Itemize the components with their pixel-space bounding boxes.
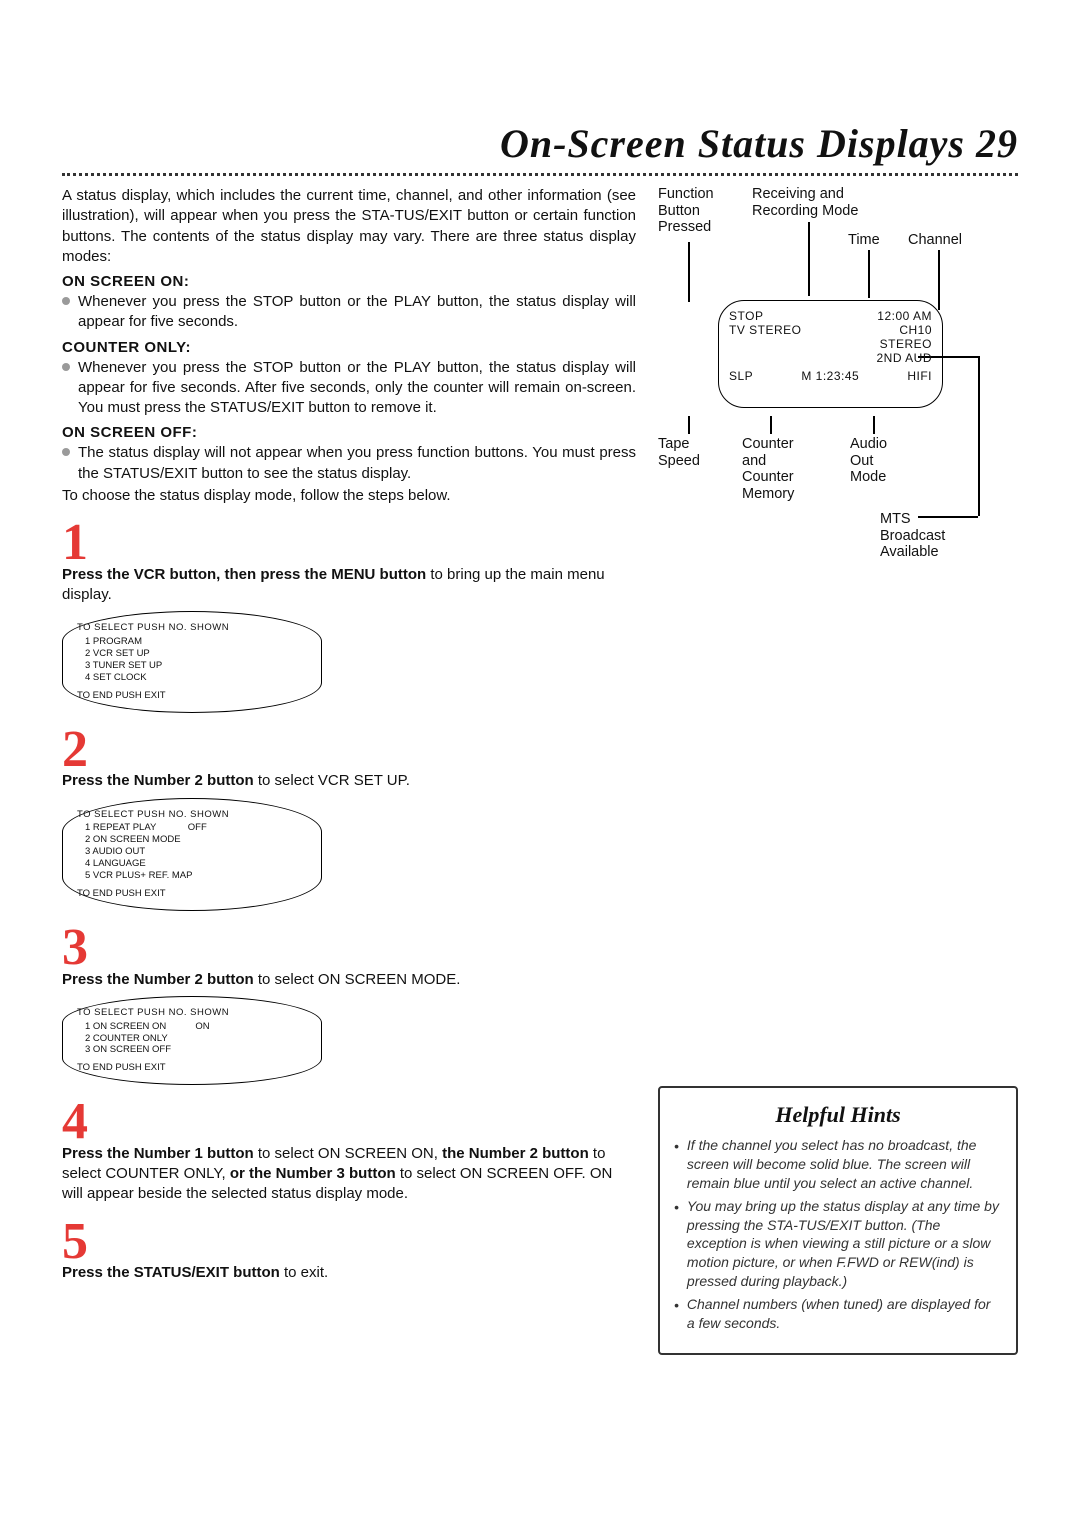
helpful-hints-title: Helpful Hints	[674, 1102, 1002, 1128]
separator	[62, 173, 1018, 176]
label-audio-out: Audio Out Mode	[850, 436, 887, 486]
mode-counter-heading: COUNTER ONLY:	[62, 339, 636, 356]
mode-counter-body: Whenever you press the STOP button or th…	[78, 358, 636, 419]
menu-main-foot: TO END PUSH EXIT	[77, 690, 307, 702]
menu-os-list: 1 ON SCREEN ON ON 2 COUNTER ONLY 3 ON SC…	[77, 1021, 307, 1057]
label-counter: Counter and Counter Memory	[742, 436, 794, 503]
screen-channel: CH10	[899, 323, 932, 337]
menu-vcr-foot: TO END PUSH EXIT	[77, 888, 307, 900]
mode-off-heading: ON SCREEN OFF:	[62, 424, 636, 441]
screen-2nd-aud: 2ND AUD	[729, 351, 932, 365]
label-function-button: Function Button Pressed	[658, 186, 714, 236]
choose-line: To choose the status display mode, follo…	[62, 486, 636, 506]
menu-vcr-title: TO SELECT PUSH NO. SHOWN	[77, 809, 307, 821]
status-diagram: Function Button Pressed Receiving and Re…	[658, 186, 1018, 586]
step-5-number: 5	[62, 1219, 636, 1266]
main-column: A status display, which includes the cur…	[62, 186, 636, 1355]
mode-on-heading: ON SCREEN ON:	[62, 273, 636, 290]
bullet-icon	[62, 363, 70, 371]
step-5-text: Press the STATUS/EXIT button to exit.	[62, 1263, 636, 1283]
step-1-text: Press the VCR button, then press the MEN…	[62, 565, 636, 606]
page-title: On-Screen Status Displays 29	[62, 120, 1018, 167]
menu-main: TO SELECT PUSH NO. SHOWN 1 PROGRAM 2 VCR…	[62, 611, 322, 712]
mode-off-body: The status display will not appear when …	[78, 443, 636, 484]
menu-os-title: TO SELECT PUSH NO. SHOWN	[77, 1007, 307, 1019]
step-4-text: Press the Number 1 button to select ON S…	[62, 1144, 636, 1205]
intro-text: A status display, which includes the cur…	[62, 186, 636, 267]
screen-stereo: STEREO	[729, 337, 932, 351]
step-3-number: 3	[62, 925, 636, 972]
screen-hifi: HIFI	[907, 369, 932, 383]
step-1-number: 1	[62, 520, 636, 567]
menu-vcr-list: 1 REPEAT PLAY OFF 2 ON SCREEN MODE 3 AUD…	[77, 822, 307, 881]
menu-main-title: TO SELECT PUSH NO. SHOWN	[77, 622, 307, 634]
screen-stop: STOP	[729, 309, 763, 323]
status-screen: STOP 12:00 AM TV STEREO CH10 STEREO 2ND …	[718, 300, 943, 408]
mode-on-body: Whenever you press the STOP button or th…	[78, 292, 636, 333]
screen-tv-stereo: TV STEREO	[729, 323, 802, 337]
bullet-icon	[62, 297, 70, 305]
menu-on-screen: TO SELECT PUSH NO. SHOWN 1 ON SCREEN ON …	[62, 996, 322, 1085]
label-tape-speed: Tape Speed	[658, 436, 700, 469]
label-receiving-mode: Receiving and Recording Mode	[752, 186, 858, 219]
screen-slp: SLP	[729, 369, 753, 383]
step-4-number: 4	[62, 1099, 636, 1146]
helpful-hints-list: If the channel you select has no broadca…	[674, 1136, 1002, 1333]
label-time: Time	[848, 232, 880, 249]
menu-main-list: 1 PROGRAM 2 VCR SET UP 3 TUNER SET UP 4 …	[77, 636, 307, 684]
step-3-text: Press the Number 2 button to select ON S…	[62, 970, 636, 990]
label-mts: MTS Broadcast Available	[880, 511, 945, 561]
menu-vcr-setup: TO SELECT PUSH NO. SHOWN 1 REPEAT PLAY O…	[62, 798, 322, 911]
screen-counter: M 1:23:45	[801, 369, 859, 383]
helpful-hints-box: Helpful Hints If the channel you select …	[658, 1086, 1018, 1355]
side-column: Function Button Pressed Receiving and Re…	[658, 186, 1018, 1355]
step-2-number: 2	[62, 727, 636, 774]
bullet-icon	[62, 448, 70, 456]
menu-os-foot: TO END PUSH EXIT	[77, 1062, 307, 1074]
screen-time: 12:00 AM	[877, 309, 932, 323]
label-channel: Channel	[908, 232, 962, 249]
step-2-text: Press the Number 2 button to select VCR …	[62, 771, 636, 791]
